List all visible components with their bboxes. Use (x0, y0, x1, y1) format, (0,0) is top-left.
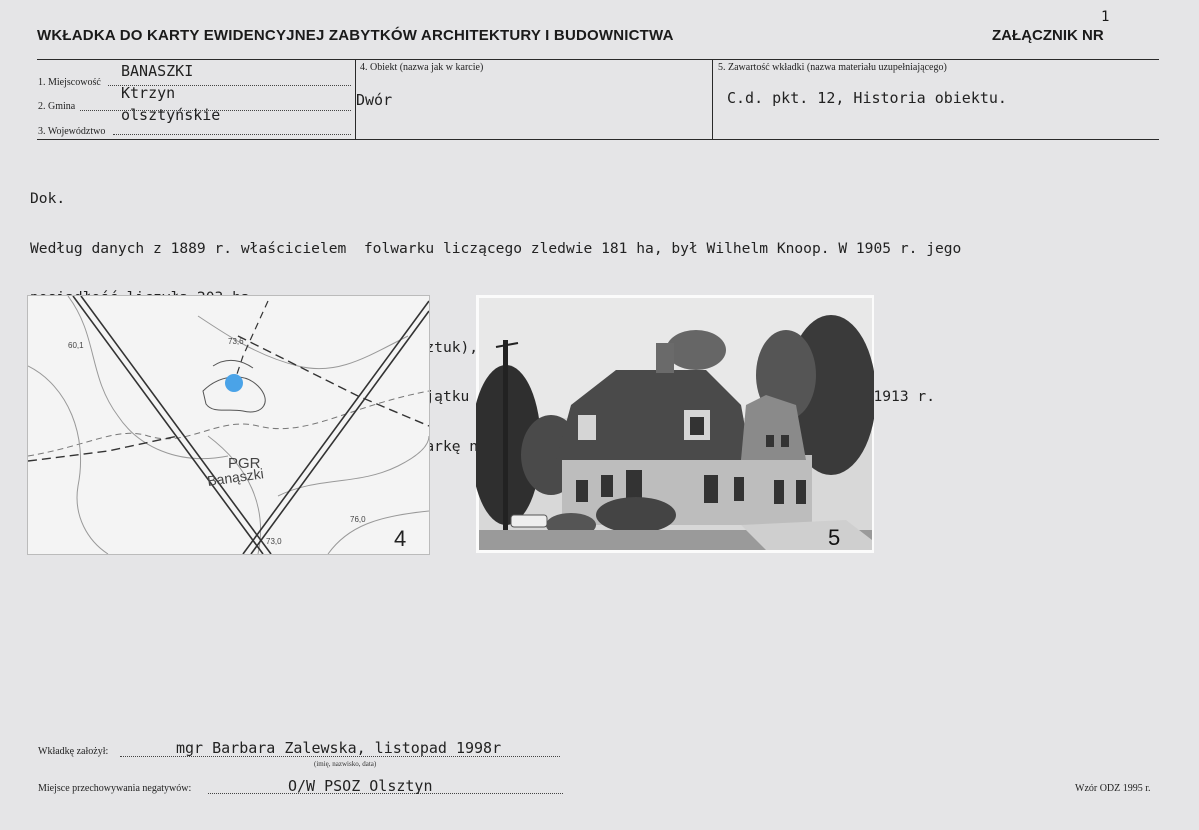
zawartosc-label: 5. Zawartość wkładki (nazwa materiału uz… (718, 62, 947, 73)
photo-drawing: 5 (476, 295, 874, 553)
form-code: Wzór ODZ 1995 r. (1075, 783, 1151, 794)
annex-number: 1 (1101, 9, 1110, 25)
record-card: WKŁADKA DO KARTY EWIDENCYJNEJ ZABYTKÓW A… (0, 0, 1199, 830)
history-line: Dok. (30, 190, 66, 207)
founder-label: Wkładkę założył: (38, 746, 109, 757)
miejscowosc-label: 1. Miejscowość (38, 77, 101, 88)
form-top-rule (37, 59, 1159, 60)
history-line: Według danych z 1889 r. właścicielem fol… (30, 239, 962, 257)
wojewodztwo-label: 3. Województwo (38, 126, 106, 137)
storage-value: O/W PSOZ Olsztyn (288, 777, 433, 795)
map-height: 76,0 (350, 515, 366, 524)
annex-label: ZAŁĄCZNIK NR (992, 27, 1104, 44)
object-marker (225, 374, 243, 392)
map-label-place: Banąszki (206, 465, 264, 489)
founder-hint: (imię, nazwisko, data) (314, 760, 377, 768)
form-bottom-rule (37, 139, 1159, 140)
manor-photo: 5 (476, 295, 874, 553)
zawartosc-value: C.d. pkt. 12, Historia obiektu. (727, 89, 1007, 107)
form-divider-2 (712, 59, 713, 140)
wojewodztwo-value: olsztyńskie (121, 106, 221, 124)
miejscowosc-value: BANASZKI (121, 62, 194, 80)
location-map: PGR Banąszki 73,6 60,1 76,0 73,0 4 (27, 295, 430, 555)
gmina-value: Ktrzyn (121, 84, 176, 102)
founder-value: mgr Barbara Zalewska, listopad 1998r (176, 739, 502, 757)
card-title: WKŁADKA DO KARTY EWIDENCYJNEJ ZABYTKÓW A… (37, 27, 674, 44)
photo-number: 5 (828, 525, 840, 550)
map-height: 73,6 (228, 337, 244, 346)
storage-label: Miejsce przechowywania negatywów: (38, 783, 192, 794)
obiekt-value: Dwór (356, 91, 393, 109)
wojewodztwo-dots (113, 134, 351, 135)
obiekt-label: 4. Obiekt (nazwa jak w karcie) (360, 62, 484, 73)
map-height: 60,1 (68, 341, 84, 350)
map-height: 73,0 (266, 537, 282, 546)
map-drawing: PGR Banąszki 73,6 60,1 76,0 73,0 4 (28, 296, 429, 554)
gmina-label: 2. Gmina (38, 101, 76, 112)
map-number: 4 (394, 526, 406, 551)
